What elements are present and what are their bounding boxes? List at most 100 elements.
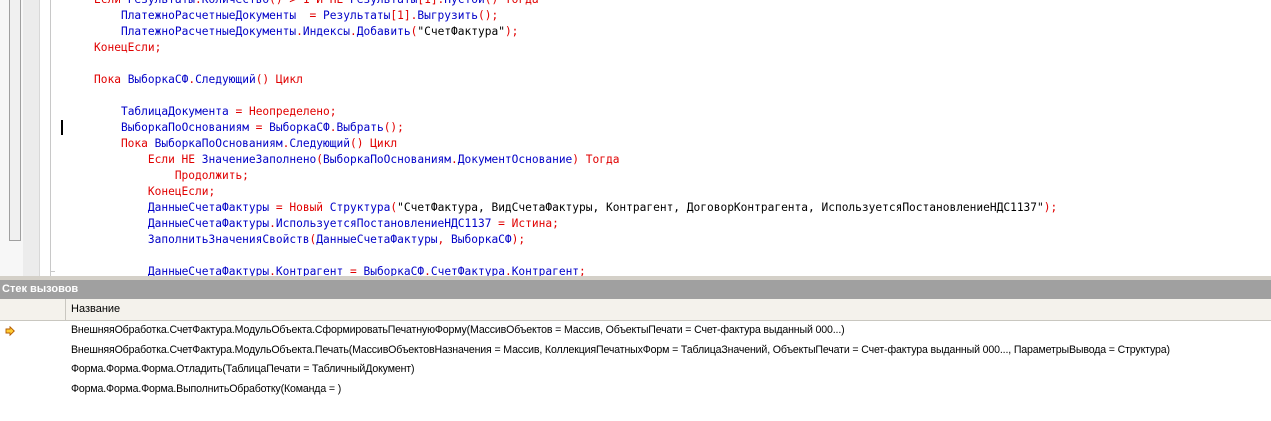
code-token: ) Тогда — [572, 153, 620, 166]
code-line[interactable]: ПлатежноРасчетныеДокументы.Индексы.Добав… — [94, 24, 1057, 40]
code-token: Выгрузить — [417, 9, 478, 22]
code-token: Количество — [202, 0, 269, 6]
code-token: ВыборкаСФ — [127, 73, 189, 86]
code-token: ПлатежноРасчетныеДокументы — [120, 9, 297, 22]
code-token: Индексы — [302, 25, 350, 38]
code-token: () Цикл — [255, 73, 303, 86]
code-token: КонецЕсли; — [94, 185, 216, 198]
code-editor[interactable]: Если Результаты.Количество() > 1 И НЕ Ре… — [0, 0, 1271, 276]
code-line[interactable]: Если Результаты.Количество() > 1 И НЕ Ре… — [94, 0, 1057, 8]
code-token: . — [269, 217, 276, 230]
code-line[interactable]: КонецЕсли; — [94, 184, 1057, 200]
code-token: ВыборкаПоОснованиям — [120, 121, 249, 134]
code-token: ВыборкаПоОснованиям — [323, 153, 452, 166]
code-line[interactable]: ДанныеСчетаФактуры.Контрагент = ВыборкаС… — [94, 264, 1057, 276]
code-token: Следующий — [289, 137, 350, 150]
code-token: () Тогда — [485, 0, 539, 6]
code-token: Контрагент — [511, 265, 580, 276]
call-stack-row-text: ВнешняяОбработка.СчетФактура.МодульОбъек… — [71, 343, 1170, 356]
marker-column-header[interactable] — [0, 299, 66, 320]
code-line[interactable]: ПлатежноРасчетныеДокументы = Результаты[… — [94, 8, 1057, 24]
code-line[interactable] — [94, 88, 1057, 104]
code-line[interactable]: Пока ВыборкаПоОснованиям.Следующий() Цик… — [94, 136, 1057, 152]
code-token: Результаты — [323, 9, 391, 22]
code-line[interactable]: Если НЕ ЗначениеЗаполнено(ВыборкаПоОснов… — [94, 152, 1057, 168]
code-token: () > 1 И НЕ — [269, 0, 350, 6]
call-stack-row-text: Форма.Форма.Форма.ВыполнитьОбработку(Ком… — [71, 382, 342, 395]
current-frame-arrow-icon — [5, 326, 15, 336]
call-stack-row[interactable]: ВнешняяОбработка.СчетФактура.МодульОбъек… — [0, 322, 1271, 342]
code-token: ); — [504, 25, 519, 38]
code-line[interactable]: ДанныеСчетаФактуры = Новый Структура("Сч… — [94, 200, 1057, 216]
call-stack-row-text: Форма.Форма.Форма.Отладить(ТаблицаПечати… — [71, 363, 415, 375]
code-token: ДокументОснование — [457, 153, 573, 166]
editor-left-gutter — [0, 0, 23, 276]
code-line[interactable]: ДанныеСчетаФактуры.ИспользуетсяПостановл… — [94, 216, 1057, 232]
code-token: ПлатежноРасчетныеДокументы — [120, 25, 297, 38]
code-token: Добавить — [356, 25, 411, 38]
call-stack-row[interactable]: ВнешняяОбработка.СчетФактура.МодульОбъек… — [0, 342, 1271, 362]
code-token: Результаты — [350, 0, 417, 6]
code-token: ИспользуетсяПостановлениеНДС1137 — [275, 217, 492, 230]
code-line[interactable] — [94, 248, 1057, 264]
gutter-scrollbar[interactable] — [9, 0, 21, 241]
code-line[interactable]: ТаблицаДокумента = Неопределено; — [94, 104, 1057, 120]
code-token: Продолжить; — [94, 169, 249, 182]
code-token: ЗначениеЗаполнено — [201, 153, 317, 166]
code-token: [1]. — [390, 9, 418, 22]
code-lines[interactable]: Если Результаты.Количество() > 1 И НЕ Ре… — [94, 0, 1057, 276]
code-token: ); — [1043, 201, 1058, 214]
fold-guide-line — [50, 0, 51, 276]
code-token: ВыборкаПоОснованиям — [154, 137, 283, 150]
code-token: Неопределено — [248, 105, 330, 118]
code-token: , — [437, 233, 452, 246]
fold-guide-end — [50, 271, 55, 272]
code-token: ); — [511, 233, 526, 246]
code-token: . — [195, 0, 202, 6]
code-token: . — [296, 25, 303, 38]
code-token: = — [296, 9, 324, 22]
call-stack-header: Название — [0, 299, 1271, 321]
code-line[interactable]: ЗаполнитьЗначенияСвойств(ДанныеСчетаФакт… — [94, 232, 1057, 248]
code-line[interactable] — [94, 56, 1057, 72]
code-token: ВыборкаСФ — [363, 265, 425, 276]
code-token: = — [343, 265, 364, 276]
code-line[interactable]: КонецЕсли; — [94, 40, 1057, 56]
code-token: . — [329, 121, 337, 134]
code-token: ; — [329, 105, 337, 118]
call-stack-row[interactable]: Форма.Форма.Форма.ВыполнитьОбработку(Ком… — [0, 381, 1271, 401]
code-token: Истина — [511, 217, 553, 230]
code-token: Пустой — [444, 0, 484, 6]
code-token: Новый — [289, 201, 330, 214]
code-line[interactable]: ВыборкаПоОснованиям = ВыборкаСФ.Выбрать(… — [94, 120, 1057, 136]
name-column-header[interactable]: Название — [71, 299, 120, 320]
code-token: . — [451, 153, 458, 166]
code-token: ; — [552, 217, 559, 230]
fold-strip — [23, 0, 40, 276]
code-token: Пока — [94, 73, 128, 86]
code-token: ДанныеСчетаФактуры — [316, 233, 438, 246]
code-token: () Цикл — [349, 137, 398, 150]
text-caret — [61, 120, 63, 135]
code-token: ДанныеСчетаФактуры — [147, 265, 270, 276]
call-stack-row[interactable]: Форма.Форма.Форма.Отладить(ТаблицаПечати… — [0, 361, 1271, 381]
code-token: = — [491, 217, 512, 230]
code-token: Структура — [329, 201, 391, 214]
code-token: (); — [477, 9, 499, 22]
code-line[interactable]: Продолжить; — [94, 168, 1057, 184]
code-token: = — [269, 201, 290, 214]
code-token: ВыборкаСФ — [269, 121, 330, 134]
code-token: Если — [94, 0, 128, 6]
code-token: ЗаполнитьЗначенияСвойств — [147, 233, 310, 246]
code-token: ДанныеСчетаФактуры — [147, 201, 270, 214]
code-line[interactable]: Пока ВыборкаСФ.Следующий() Цикл — [94, 72, 1057, 88]
code-token: Контрагент — [275, 265, 344, 276]
code-token: ; — [579, 265, 586, 276]
code-token: (); — [383, 121, 404, 134]
